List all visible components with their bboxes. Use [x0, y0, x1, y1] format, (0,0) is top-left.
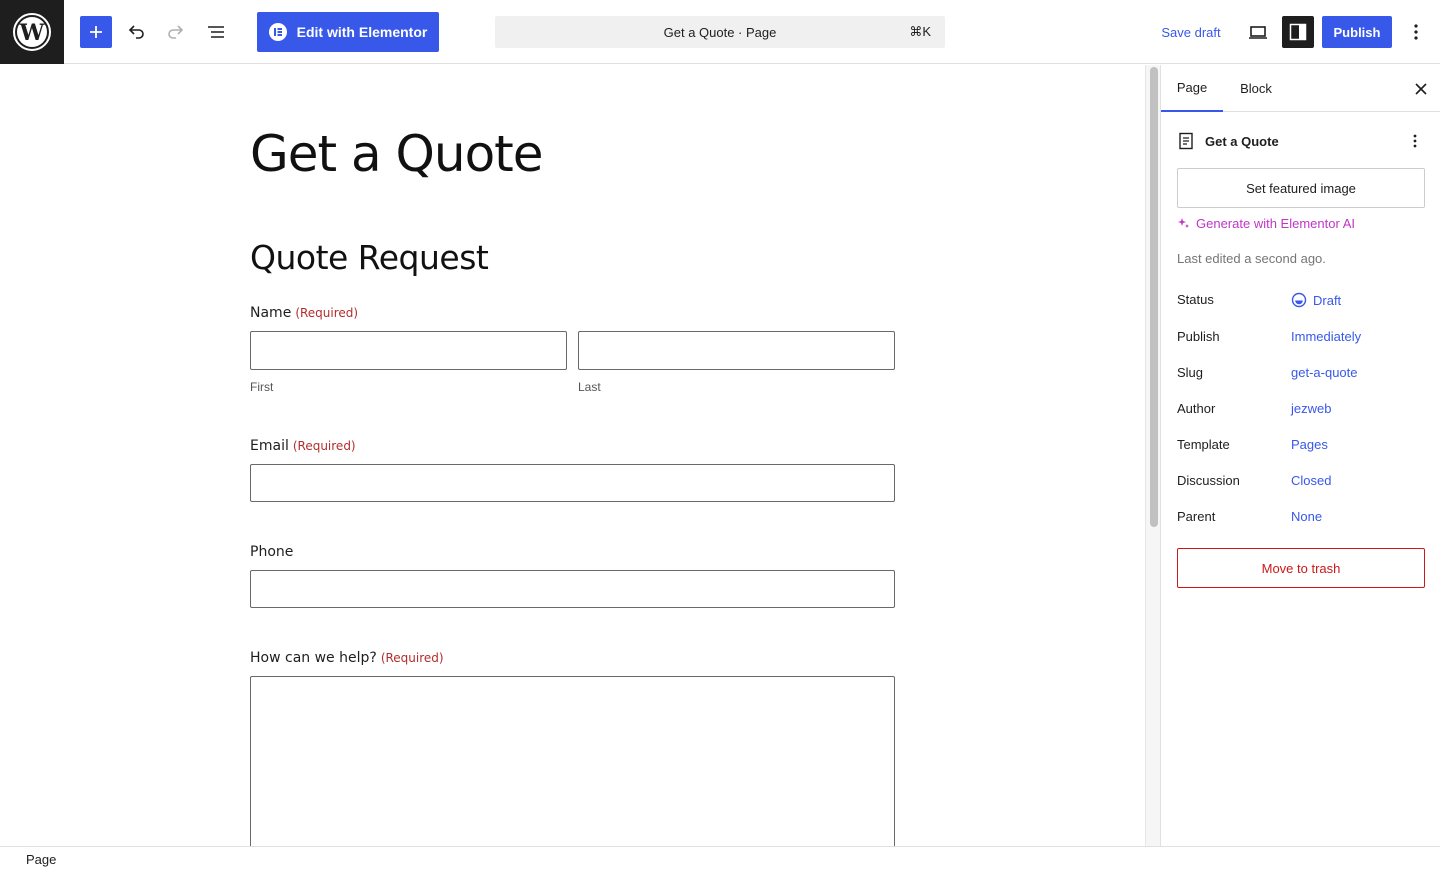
parent-value[interactable]: None — [1291, 509, 1322, 524]
document-summary: Get a Quote — [1177, 129, 1427, 153]
meta-row-template: Template Pages — [1177, 435, 1427, 455]
meta-row-status: Status Draft — [1177, 290, 1427, 310]
meta-row-publish: Publish Immediately — [1177, 327, 1427, 347]
name-label: Name (Required) — [250, 305, 358, 321]
publish-value[interactable]: Immediately — [1291, 329, 1361, 344]
close-icon — [1415, 83, 1427, 95]
redo-icon — [168, 25, 184, 39]
sparkle-icon — [1178, 218, 1189, 228]
meta-key: Publish — [1177, 329, 1220, 344]
settings-sidebar: Page Block Get a Quote Set featured imag… — [1160, 65, 1440, 846]
draft-status-icon — [1291, 292, 1307, 308]
breadcrumb[interactable]: Page — [26, 852, 56, 867]
form-title[interactable]: Quote Request — [250, 238, 489, 277]
undo-button[interactable] — [120, 16, 152, 48]
email-label: Email (Required) — [250, 438, 356, 454]
meta-key: Status — [1177, 292, 1214, 307]
help-label: How can we help? (Required) — [250, 650, 444, 666]
name-label-text: Name — [250, 305, 292, 321]
help-textarea[interactable] — [250, 676, 895, 846]
first-sublabel: First — [250, 380, 274, 394]
scrollbar-thumb[interactable] — [1150, 67, 1158, 527]
help-label-text: How can we help? — [250, 650, 377, 666]
tab-page[interactable]: Page — [1161, 65, 1223, 112]
generate-with-ai-label: Generate with Elementor AI — [1196, 216, 1355, 231]
redo-button[interactable] — [160, 16, 192, 48]
set-featured-image-button[interactable]: Set featured image — [1177, 168, 1425, 208]
email-label-text: Email — [250, 438, 289, 454]
meta-key: Template — [1177, 437, 1230, 452]
meta-key: Parent — [1177, 509, 1216, 524]
options-menu-button[interactable] — [1400, 16, 1432, 48]
list-view-icon — [208, 26, 224, 38]
meta-key: Author — [1177, 401, 1216, 416]
publish-button[interactable]: Publish — [1322, 16, 1392, 48]
undo-icon — [128, 25, 144, 39]
phone-label: Phone — [250, 544, 293, 560]
add-block-button[interactable] — [80, 16, 112, 48]
document-title: Get a Quote — [1205, 133, 1279, 149]
editor-canvas: Get a Quote Quote Request Name (Required)… — [0, 65, 1145, 846]
wordpress-logo-icon: W — [13, 13, 51, 51]
command-shortcut: ⌘K — [909, 24, 931, 39]
move-to-trash-button[interactable]: Move to trash — [1177, 548, 1425, 588]
wordpress-logo-button[interactable]: W — [0, 0, 64, 64]
save-draft-button[interactable]: Save draft — [1150, 16, 1232, 48]
close-sidebar-button[interactable] — [1405, 73, 1437, 105]
sidebar-toggle-icon — [1289, 23, 1307, 41]
command-title: Get a Quote · Page — [663, 24, 777, 40]
sidebar-tabs: Page Block — [1161, 65, 1440, 112]
last-edited-text: Last edited a second ago. — [1177, 251, 1326, 266]
command-palette-bar[interactable]: Get a Quote · Page ⌘K — [495, 16, 945, 48]
discussion-value[interactable]: Closed — [1291, 473, 1331, 488]
meta-row-author: Author jezweb — [1177, 399, 1427, 419]
document-overview-button[interactable] — [200, 16, 232, 48]
email-input[interactable] — [250, 464, 895, 502]
more-vertical-icon — [1413, 134, 1417, 148]
svg-text:W: W — [19, 20, 45, 46]
desktop-view-icon — [1249, 26, 1267, 39]
page-title[interactable]: Get a Quote — [250, 125, 544, 183]
status-value-text: Draft — [1313, 292, 1342, 308]
phone-input[interactable] — [250, 570, 895, 608]
meta-row-slug: Slug get-a-quote — [1177, 363, 1427, 383]
meta-row-discussion: Discussion Closed — [1177, 471, 1427, 491]
edit-with-elementor-label: Edit with Elementor — [296, 24, 428, 40]
document-actions-button[interactable] — [1403, 129, 1427, 153]
last-name-input[interactable] — [578, 331, 895, 370]
edit-with-elementor-button[interactable]: Edit with Elementor — [257, 12, 439, 52]
editor-top-bar: W Edit with Elementor Get a Quote · Page… — [0, 0, 1440, 64]
more-vertical-icon — [1414, 24, 1418, 40]
editor-footer: Page — [0, 846, 1440, 871]
elementor-icon — [268, 23, 287, 41]
meta-key: Discussion — [1177, 473, 1240, 488]
last-sublabel: Last — [578, 380, 601, 394]
required-tag: (Required) — [292, 439, 356, 453]
page-icon — [1179, 132, 1193, 150]
generate-with-ai-link[interactable]: Generate with Elementor AI — [1177, 216, 1355, 231]
author-value[interactable]: jezweb — [1291, 401, 1331, 416]
meta-row-parent: Parent None — [1177, 507, 1427, 527]
template-value[interactable]: Pages — [1291, 437, 1328, 452]
status-value[interactable]: Draft — [1291, 292, 1341, 308]
settings-sidebar-toggle[interactable] — [1282, 16, 1314, 48]
plus-icon — [90, 26, 102, 38]
required-tag: (Required) — [295, 306, 359, 320]
first-name-input[interactable] — [250, 331, 567, 370]
required-tag: (Required) — [380, 651, 444, 665]
phone-label-text: Phone — [250, 544, 294, 560]
canvas-scrollbar[interactable] — [1145, 65, 1160, 846]
slug-value[interactable]: get-a-quote — [1291, 365, 1358, 380]
tab-block[interactable]: Block — [1225, 65, 1287, 112]
preview-button[interactable] — [1242, 16, 1274, 48]
meta-key: Slug — [1177, 365, 1204, 380]
